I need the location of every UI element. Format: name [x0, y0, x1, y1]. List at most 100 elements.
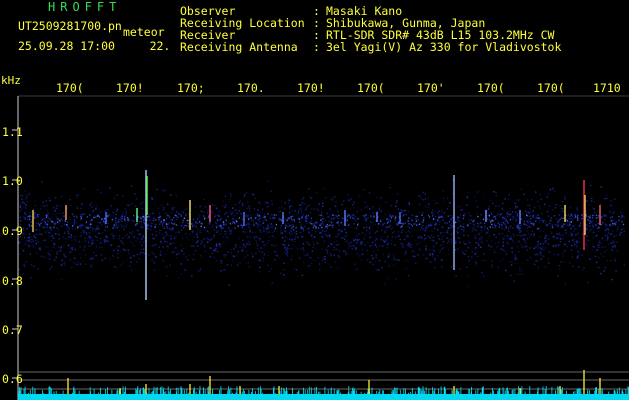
noise-dot	[97, 214, 99, 216]
noise-dot	[376, 249, 379, 251]
noise-dot	[288, 211, 291, 214]
noise-dot	[274, 217, 276, 219]
noise-dot	[615, 234, 618, 237]
noise-dot	[122, 212, 125, 214]
noise-dot	[242, 247, 244, 249]
noise-dot	[592, 225, 594, 228]
noise-dot	[504, 224, 506, 226]
noise-dot	[502, 208, 504, 211]
noise-dot	[564, 223, 566, 225]
noise-dot	[301, 204, 303, 206]
noise-dot	[18, 268, 20, 271]
noise-dot	[79, 253, 81, 255]
noise-dot	[57, 223, 59, 225]
noise-dot	[476, 206, 478, 208]
noise-dot	[170, 238, 172, 240]
noise-dot	[241, 205, 244, 207]
noise-dot	[283, 269, 285, 271]
noise-dot	[404, 253, 406, 256]
noise-dot	[587, 271, 589, 273]
noise-dot	[290, 218, 292, 220]
noise-dot	[142, 213, 144, 215]
noise-dot	[409, 217, 411, 219]
noise-dot	[66, 207, 68, 209]
noise-dot	[609, 216, 612, 219]
noise-dot	[302, 243, 305, 245]
noise-dot	[337, 217, 339, 220]
noise-dot	[347, 241, 349, 244]
noise-dot	[85, 263, 87, 265]
noise-dot	[51, 216, 53, 218]
noise-dot	[26, 237, 29, 240]
noise-dot	[593, 201, 595, 203]
noise-dot	[597, 216, 599, 219]
noise-dot	[544, 222, 546, 224]
noise-dot	[547, 243, 550, 245]
noise-dot	[598, 267, 600, 269]
noise-dot	[184, 208, 186, 211]
noise-dot	[337, 230, 340, 232]
noise-dot	[328, 220, 330, 223]
noise-dot	[35, 225, 37, 227]
noise-dot	[43, 219, 45, 222]
noise-dot	[490, 213, 493, 215]
noise-dot	[196, 222, 198, 224]
noise-dot	[510, 264, 513, 266]
noise-dot	[314, 225, 317, 228]
noise-dot	[205, 226, 208, 229]
noise-dot	[559, 241, 561, 243]
noise-dot	[223, 219, 225, 222]
noise-dot	[474, 225, 476, 227]
noise-dot	[375, 254, 377, 256]
noise-dot	[53, 213, 55, 215]
noise-dot	[494, 227, 496, 230]
noise-dot	[612, 222, 614, 225]
noise-dot	[173, 206, 175, 209]
noise-dot	[545, 238, 547, 240]
noise-dot	[479, 246, 482, 249]
noise-dot	[64, 264, 66, 267]
noise-dot	[31, 225, 33, 227]
noise-dot	[39, 229, 41, 231]
noise-dot	[73, 215, 75, 217]
noise-dot	[26, 228, 28, 230]
noise-dot	[415, 262, 417, 265]
noise-dot	[554, 224, 556, 226]
noise-dot	[510, 213, 512, 216]
noise-dot	[317, 222, 319, 224]
noise-dot	[91, 219, 93, 221]
y-tick: 0.9	[2, 224, 23, 238]
noise-dot	[381, 223, 384, 225]
noise-dot	[459, 242, 461, 244]
noise-dot	[208, 222, 211, 224]
noise-dot	[314, 259, 316, 261]
noise-dot	[28, 223, 30, 226]
noise-dot	[561, 225, 563, 227]
noise-dot	[118, 235, 121, 237]
noise-dot	[501, 202, 504, 205]
noise-dot	[257, 247, 259, 250]
noise-dot	[551, 224, 553, 226]
noise-dot	[42, 201, 44, 203]
noise-dot	[172, 229, 174, 232]
noise-dot	[57, 221, 59, 223]
noise-dot	[306, 206, 308, 208]
noise-dot	[39, 233, 41, 235]
noise-dot	[335, 215, 337, 217]
noise-dot	[592, 208, 595, 210]
noise-dot	[606, 237, 609, 239]
noise-dot	[68, 236, 70, 238]
noise-dot	[291, 220, 293, 223]
noise-dot	[279, 272, 282, 275]
noise-dot	[571, 232, 573, 235]
noise-dot	[225, 236, 228, 238]
noise-dot	[255, 240, 257, 242]
noise-dot	[89, 234, 92, 236]
noise-dot	[608, 210, 610, 212]
noise-dot	[49, 199, 51, 202]
noise-dot	[135, 224, 137, 226]
noise-dot	[74, 238, 76, 241]
noise-dot	[506, 241, 509, 244]
noise-dot	[235, 244, 237, 246]
noise-dot	[111, 254, 114, 256]
